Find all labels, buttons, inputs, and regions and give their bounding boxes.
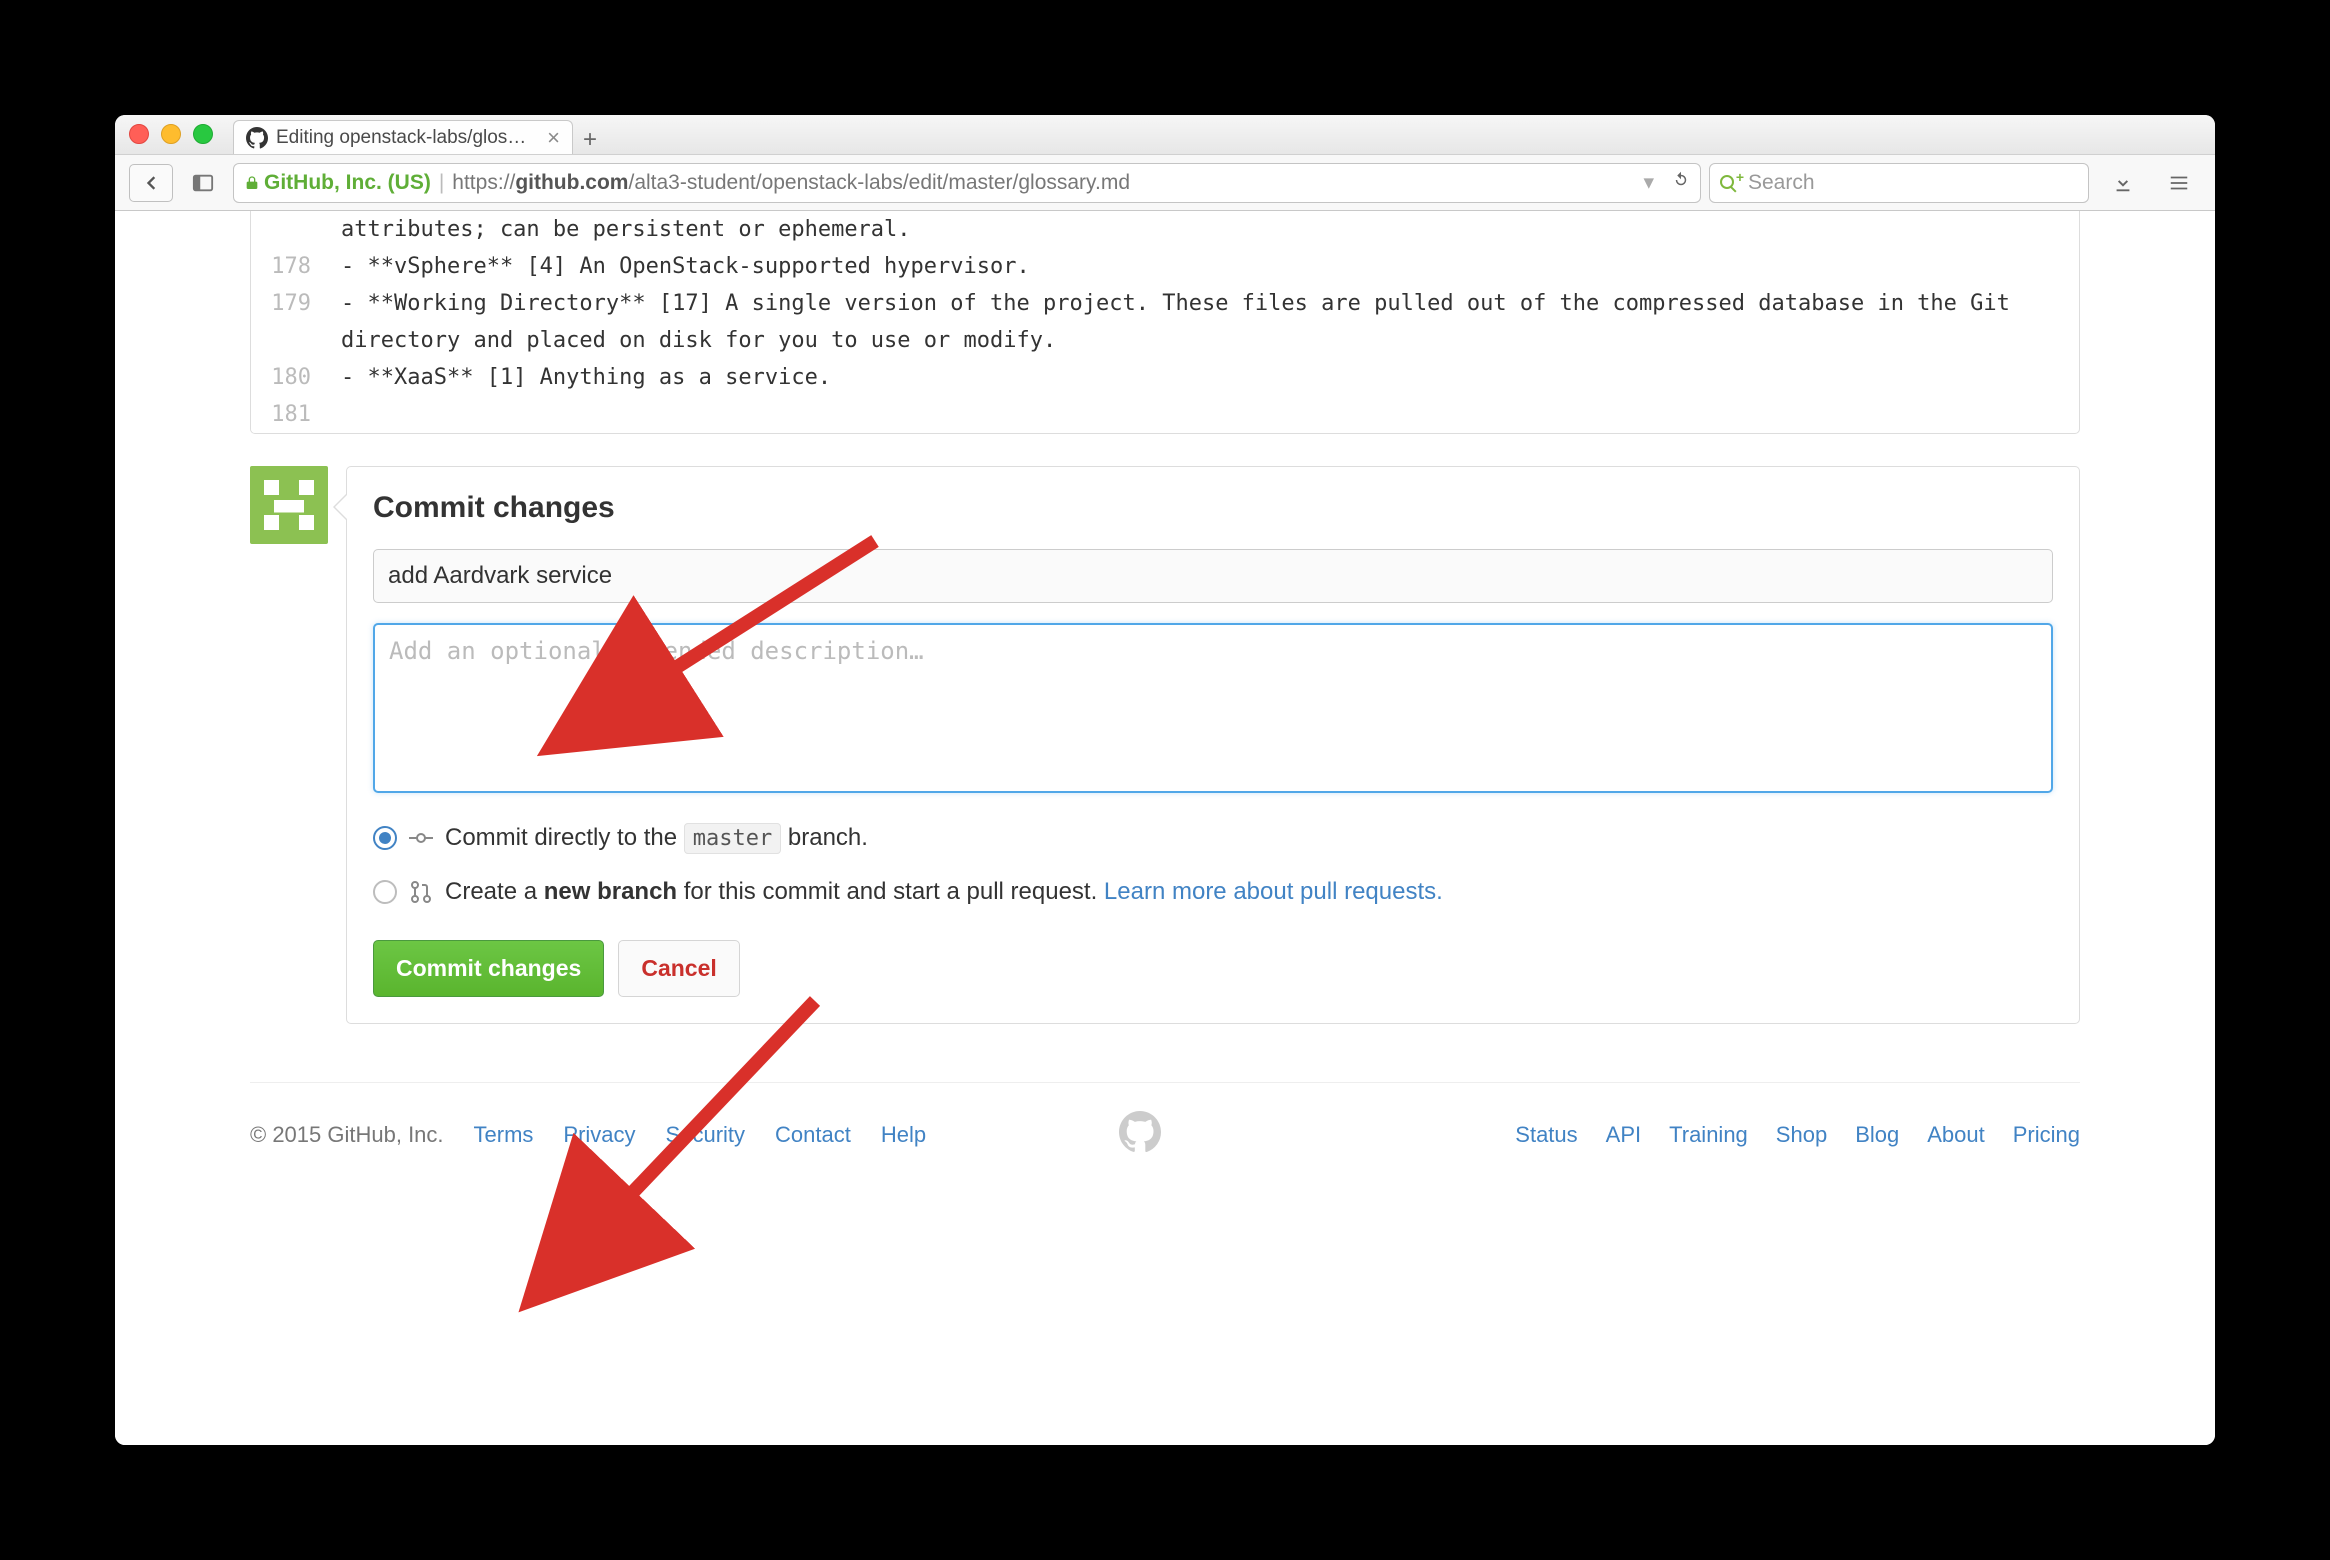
github-favicon-icon (246, 127, 268, 149)
close-tab-icon[interactable]: × (547, 127, 560, 149)
code-line: - **Working Directory** [17] A single ve… (321, 285, 2020, 322)
page-footer: © 2015 GitHub, Inc. Terms Privacy Securi… (250, 1111, 2080, 1159)
radio-new-branch[interactable]: Create a new branch for this commit and … (373, 878, 2053, 906)
commit-summary-input[interactable] (373, 549, 2053, 603)
footer-link[interactable]: Shop (1776, 1122, 1827, 1148)
radio-input-checked[interactable] (373, 826, 397, 850)
footer-link[interactable]: Status (1515, 1122, 1577, 1148)
browser-toolbar: GitHub, Inc. (US) | https://github.com/a… (115, 155, 2215, 211)
footer-link[interactable]: Security (666, 1122, 745, 1148)
footer-link[interactable]: API (1606, 1122, 1641, 1148)
branch-chip: master (684, 823, 781, 854)
radio-new-branch-label: Create a new branch for this commit and … (445, 878, 1443, 906)
titlebar: Editing openstack-labs/glos… × + (115, 115, 2215, 155)
git-pull-request-icon (409, 880, 433, 904)
downloads-button[interactable] (2101, 164, 2145, 202)
window-controls (129, 124, 213, 154)
tab-title: Editing openstack-labs/glos… (276, 127, 539, 149)
link-learn-pr[interactable]: Learn more about pull requests. (1104, 878, 1443, 905)
commit-panel: Commit changes Commit directly to the ma… (346, 466, 2080, 1024)
code-line: - **XaaS** [1] Anything as a service. (321, 359, 841, 396)
github-logo-icon[interactable] (1119, 1111, 1161, 1159)
page-content: attributes; can be persistent or ephemer… (115, 211, 2215, 1445)
menu-button[interactable] (2157, 164, 2201, 202)
tab-strip: Editing openstack-labs/glos… × + (233, 115, 607, 154)
code-line (321, 396, 351, 433)
code-line: - **vSphere** [4] An OpenStack-supported… (321, 248, 1040, 285)
footer-link[interactable]: Blog (1855, 1122, 1899, 1148)
commit-description-input[interactable] (373, 623, 2053, 793)
search-placeholder: Search (1748, 171, 1815, 195)
close-window-button[interactable] (129, 124, 149, 144)
footer-link[interactable]: Help (881, 1122, 926, 1148)
radio-direct-label: Commit directly to the master branch. (445, 824, 868, 852)
radio-input[interactable] (373, 880, 397, 904)
commit-changes-button[interactable]: Commit changes (373, 940, 604, 997)
radio-commit-direct[interactable]: Commit directly to the master branch. (373, 824, 2053, 852)
code-line: attributes; can be persistent or ephemer… (321, 211, 921, 248)
site-identity[interactable]: GitHub, Inc. (US) (244, 171, 431, 195)
minimize-window-button[interactable] (161, 124, 181, 144)
address-bar[interactable]: GitHub, Inc. (US) | https://github.com/a… (233, 163, 1701, 203)
sidebar-toggle-icon[interactable] (181, 164, 225, 202)
footer-link[interactable]: Pricing (2013, 1122, 2080, 1148)
browser-window: Editing openstack-labs/glos… × + GitHub,… (115, 115, 2215, 1445)
commit-heading: Commit changes (373, 491, 2053, 525)
footer-right-links: Status API Training Shop Blog About Pric… (1515, 1122, 2080, 1148)
reader-mode-icon[interactable]: ▾ (1643, 170, 1654, 195)
cancel-button[interactable]: Cancel (618, 940, 739, 997)
code-line: directory and placed on disk for you to … (321, 322, 1066, 359)
search-engine-icon: + (1720, 173, 1740, 193)
git-commit-icon (409, 826, 433, 850)
footer-link[interactable]: About (1927, 1122, 1985, 1148)
reload-button[interactable] (1672, 171, 1690, 195)
browser-tab[interactable]: Editing openstack-labs/glos… × (233, 120, 573, 154)
commit-button-row: Commit changes Cancel (373, 940, 2053, 997)
footer-link[interactable]: Terms (474, 1122, 534, 1148)
commit-section: Commit changes Commit directly to the ma… (250, 466, 2080, 1024)
code-editor[interactable]: attributes; can be persistent or ephemer… (250, 211, 2080, 434)
identity-label: GitHub, Inc. (US) (264, 171, 431, 195)
divider (250, 1082, 2080, 1083)
user-avatar[interactable] (250, 466, 328, 544)
new-tab-button[interactable]: + (573, 126, 607, 154)
back-button[interactable] (129, 164, 173, 202)
copyright: © 2015 GitHub, Inc. (250, 1122, 444, 1148)
browser-search-box[interactable]: + Search (1709, 163, 2089, 203)
footer-link[interactable]: Contact (775, 1122, 851, 1148)
footer-link[interactable]: Privacy (563, 1122, 635, 1148)
footer-link[interactable]: Training (1669, 1122, 1748, 1148)
maximize-window-button[interactable] (193, 124, 213, 144)
url-text: https://github.com/alta3-student/opensta… (452, 171, 1130, 195)
